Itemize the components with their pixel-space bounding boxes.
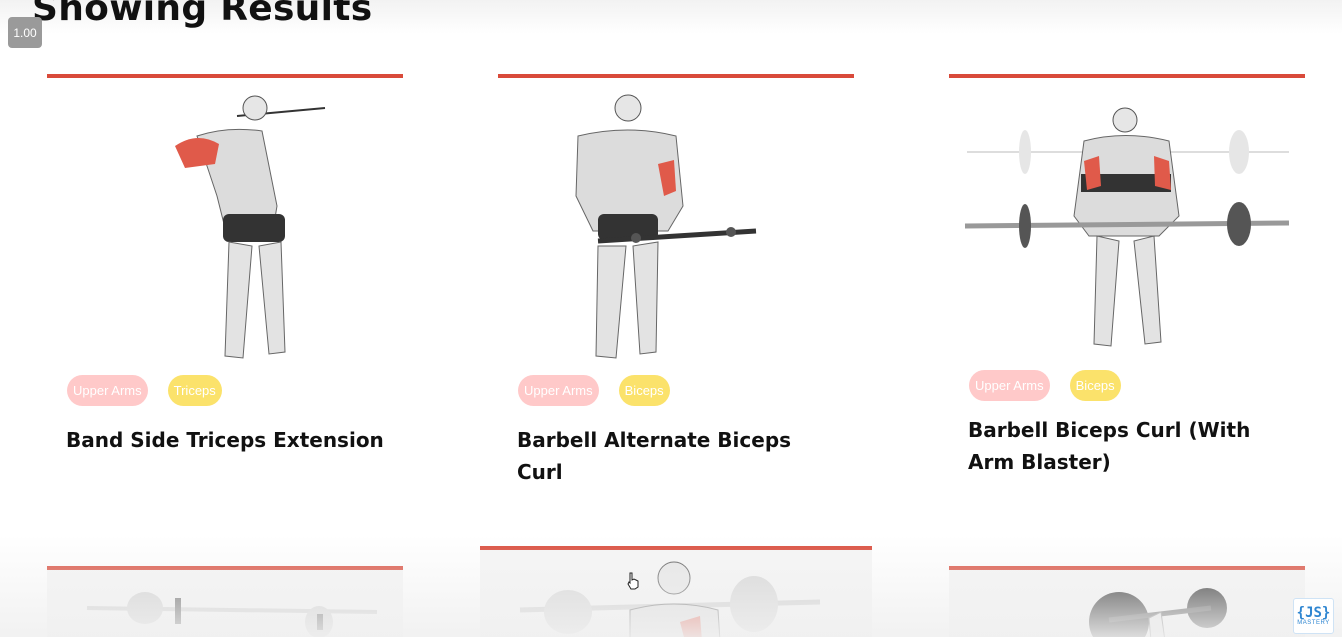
- exercise-name: Barbell Biceps Curl (With Arm Blaster): [968, 418, 1251, 474]
- jsm-logo-text: {JS}: [1296, 605, 1331, 621]
- exercise-figure-icon: [575, 94, 757, 359]
- exercise-card[interactable]: Upper Arms Biceps Barbell Alternate Bice…: [498, 74, 854, 494]
- exercise-card[interactable]: [949, 566, 1305, 637]
- exercise-card[interactable]: [47, 566, 403, 637]
- exercise-card[interactable]: [480, 546, 872, 637]
- exercise-figure-icon: [519, 561, 821, 637]
- exercise-figure-icon: [86, 592, 378, 637]
- exercise-figure-icon: [964, 107, 1290, 347]
- target-muscle-tag[interactable]: Biceps: [1069, 370, 1121, 401]
- target-muscle-tag[interactable]: Biceps: [618, 375, 670, 406]
- pointer-hand-icon: [627, 572, 639, 590]
- jsm-logo-sub: MASTERY: [1297, 620, 1330, 626]
- exercise-figure-icon: [175, 95, 326, 359]
- exercise-name: Band Side Triceps Extension: [66, 428, 384, 452]
- body-part-tag[interactable]: Upper Arms: [518, 375, 599, 406]
- zoom-badge: 1.00: [8, 17, 42, 48]
- exercise-figure-icon: [1089, 588, 1227, 637]
- exercise-card[interactable]: Upper Arms Biceps Barbell Biceps Curl (W…: [949, 74, 1305, 494]
- body-part-tag[interactable]: Upper Arms: [969, 370, 1050, 401]
- jsm-logo-icon: {JS} MASTERY: [1293, 598, 1334, 634]
- exercise-card[interactable]: Upper Arms Triceps Band Side Triceps Ext…: [47, 74, 403, 494]
- body-part-tag[interactable]: Upper Arms: [67, 375, 148, 406]
- exercise-name: Barbell Alternate Biceps Curl: [517, 428, 792, 484]
- page-title: Showing Results: [32, 0, 373, 29]
- target-muscle-tag[interactable]: Triceps: [167, 375, 222, 406]
